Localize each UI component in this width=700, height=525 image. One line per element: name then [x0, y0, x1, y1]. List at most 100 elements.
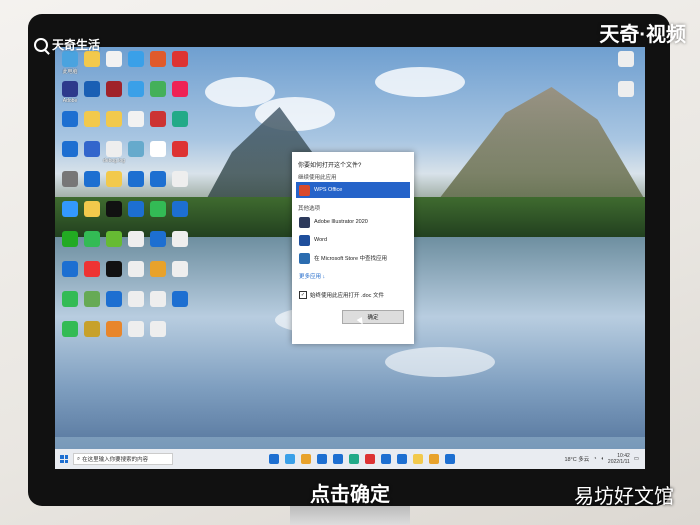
- desktop-icon[interactable]: [81, 51, 103, 68]
- app-icon: [150, 261, 166, 277]
- app-icon: [150, 321, 166, 337]
- app-option-store[interactable]: 在 Microsoft Store 中查找应用: [296, 250, 410, 266]
- desktop-icon[interactable]: [169, 291, 191, 308]
- notification-icon[interactable]: ▭: [634, 456, 639, 462]
- desktop-icon[interactable]: [103, 81, 125, 98]
- desktop-icon[interactable]: [147, 261, 169, 278]
- start-button[interactable]: [60, 455, 68, 463]
- desktop-icon[interactable]: [103, 321, 125, 338]
- desktop-icon[interactable]: [615, 81, 637, 97]
- desktop-icon[interactable]: [125, 141, 147, 158]
- desktop-icon[interactable]: [103, 171, 125, 188]
- desktop-icon[interactable]: [147, 291, 169, 308]
- taskbar-app-icon[interactable]: [285, 454, 295, 464]
- taskbar-app-icon[interactable]: [333, 454, 343, 464]
- desktop-icon[interactable]: [615, 51, 637, 67]
- desktop-icon[interactable]: [59, 171, 81, 188]
- desktop-icon[interactable]: [147, 231, 169, 248]
- app-icon: [84, 231, 100, 247]
- desktop-icon[interactable]: [125, 171, 147, 188]
- desktop-icon[interactable]: [125, 81, 147, 98]
- desktop-icon[interactable]: [169, 141, 191, 158]
- desktop-icon[interactable]: Adobe: [59, 81, 81, 104]
- app-option-wps[interactable]: WPS Office: [296, 182, 410, 198]
- open-with-dialog: 你要如何打开这个文件? 继续使用此应用 WPS Office 其他选项 Adob…: [292, 152, 414, 344]
- desktop-icon[interactable]: [125, 261, 147, 278]
- desktop-icon[interactable]: [59, 141, 81, 158]
- always-use-row[interactable]: ✓ 始终使用此应用打开 .doc 文件: [299, 291, 384, 299]
- clock[interactable]: 10:42 2022/1/11: [608, 453, 630, 465]
- desktop-icon[interactable]: [81, 291, 103, 308]
- app-option-word[interactable]: Word: [296, 232, 410, 248]
- taskbar-app-icon[interactable]: [413, 454, 423, 464]
- desktop-icon[interactable]: 此电脑: [59, 51, 81, 75]
- app-icon: [172, 291, 188, 307]
- app-option-label: 在 Microsoft Store 中查找应用: [314, 256, 388, 262]
- desktop-icon[interactable]: [81, 321, 103, 338]
- taskbar-app-icon[interactable]: [381, 454, 391, 464]
- desktop-icon[interactable]: [59, 291, 81, 308]
- volume-icon[interactable]: ◖: [601, 456, 604, 462]
- app-icon: [62, 321, 78, 337]
- desktop-icon[interactable]: [81, 261, 103, 278]
- taskbar-app-icon[interactable]: [429, 454, 439, 464]
- desktop-icon[interactable]: [169, 201, 191, 218]
- desktop-icon[interactable]: [81, 201, 103, 218]
- desktop-icon[interactable]: [59, 321, 81, 338]
- taskbar-search[interactable]: ⌕ 在这里输入你要搜索的内容: [73, 453, 173, 465]
- ok-button[interactable]: 确定: [342, 310, 404, 324]
- desktop-icon[interactable]: [169, 171, 191, 188]
- desktop-icon[interactable]: [81, 81, 103, 98]
- desktop-icon[interactable]: [125, 321, 147, 338]
- desktop-icon[interactable]: [169, 81, 191, 98]
- desktop-icon[interactable]: [147, 201, 169, 218]
- taskbar-app-icon[interactable]: [349, 454, 359, 464]
- desktop-icon[interactable]: [59, 231, 81, 248]
- desktop-icon[interactable]: [147, 51, 169, 68]
- taskbar-app-icon[interactable]: [397, 454, 407, 464]
- taskbar-app-icon[interactable]: [269, 454, 279, 464]
- desktop-icon[interactable]: [125, 201, 147, 218]
- taskbar-app-icon[interactable]: [301, 454, 311, 464]
- desktop-icon[interactable]: [103, 261, 125, 278]
- desktop-icon[interactable]: [169, 51, 191, 68]
- desktop-icon[interactable]: debug.log: [103, 141, 125, 164]
- desktop-icon[interactable]: [125, 291, 147, 308]
- desktop-icon[interactable]: [103, 201, 125, 218]
- app-icon: [150, 111, 166, 127]
- desktop-icon[interactable]: [81, 141, 103, 158]
- desktop-icon[interactable]: [103, 291, 125, 308]
- desktop-icon[interactable]: [147, 171, 169, 188]
- desktop-icon[interactable]: [81, 171, 103, 188]
- desktop-icon[interactable]: [59, 201, 81, 218]
- desktop-icon[interactable]: [59, 111, 81, 128]
- app-icon: [106, 141, 122, 157]
- taskbar-app-icon[interactable]: [445, 454, 455, 464]
- desktop-icon[interactable]: [125, 231, 147, 248]
- network-icon[interactable]: ◔: [593, 456, 596, 462]
- desktop-icon[interactable]: [147, 141, 169, 158]
- app-option-illustrator[interactable]: Adobe Illustrator 2020: [296, 214, 410, 230]
- desktop-icon[interactable]: [169, 261, 191, 278]
- file-icon: [618, 51, 634, 67]
- desktop-icon[interactable]: [147, 111, 169, 128]
- taskbar-app-icon[interactable]: [317, 454, 327, 464]
- desktop-icon[interactable]: [147, 321, 169, 338]
- desktop-icon[interactable]: [125, 111, 147, 128]
- desktop-icon[interactable]: [103, 51, 125, 68]
- more-apps-link[interactable]: 更多应用 ↓: [299, 272, 325, 280]
- desktop-icon[interactable]: [103, 231, 125, 248]
- desktop-icon[interactable]: [81, 231, 103, 248]
- desktop-icon[interactable]: [125, 51, 147, 68]
- taskbar-app-icon[interactable]: [365, 454, 375, 464]
- search-icon: ⌕: [77, 455, 81, 462]
- desktop-icon[interactable]: [103, 111, 125, 128]
- desktop-icon[interactable]: [59, 261, 81, 278]
- desktop-icon[interactable]: [169, 231, 191, 248]
- desktop-icon[interactable]: [81, 111, 103, 128]
- weather-text[interactable]: 18°C 多云: [564, 455, 589, 463]
- desktop-icon[interactable]: [169, 111, 191, 128]
- always-use-checkbox[interactable]: ✓: [299, 291, 307, 299]
- app-icon: [106, 231, 122, 247]
- desktop-icon[interactable]: [147, 81, 169, 98]
